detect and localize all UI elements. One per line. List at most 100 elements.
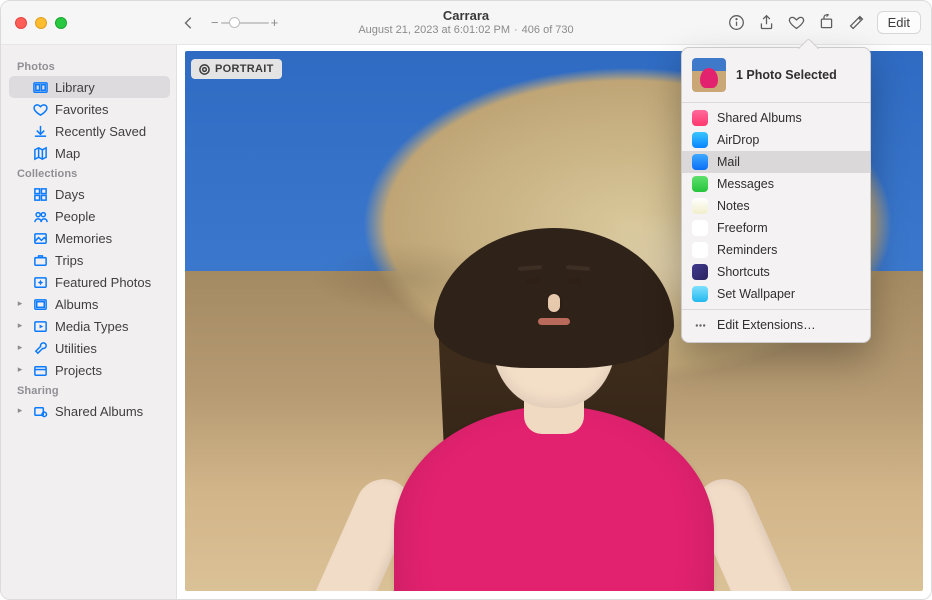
share-item-freeform[interactable]: Freeform (682, 217, 870, 239)
share-item-mail[interactable]: Mail (682, 151, 870, 173)
map-icon (32, 145, 48, 161)
share-app-icon (692, 154, 708, 170)
sidebar-item-media-types[interactable]: ▸Media Types (9, 315, 170, 337)
share-item-messages[interactable]: Messages (682, 173, 870, 195)
sidebar-item-recently-saved[interactable]: Recently Saved (9, 120, 170, 142)
share-app-icon (692, 110, 708, 126)
share-app-icon (692, 220, 708, 236)
share-item-shortcuts[interactable]: Shortcuts (682, 261, 870, 283)
share-item-label: Shortcuts (717, 265, 770, 279)
portrait-badge: PORTRAIT (191, 59, 282, 79)
share-item-label: Messages (717, 177, 774, 191)
photo-date: August 21, 2023 at 6:01:02 PM (358, 24, 510, 37)
photo-title: Carrara (358, 9, 573, 24)
extensions-icon (692, 317, 708, 333)
album-icon (32, 296, 48, 312)
share-item-label: Mail (717, 155, 740, 169)
share-app-icon (692, 264, 708, 280)
share-edit-extensions[interactable]: Edit Extensions… (682, 314, 870, 336)
share-item-airdrop[interactable]: AirDrop (682, 129, 870, 151)
share-item-shared-albums[interactable]: Shared Albums (682, 107, 870, 129)
sidebar-item-label: Memories (55, 231, 164, 246)
sidebar-item-map[interactable]: Map (9, 142, 170, 164)
share-app-icon (692, 132, 708, 148)
sidebar-item-memories[interactable]: Memories (9, 227, 170, 249)
share-popover: 1 Photo Selected Shared Albums AirDrop Mai… (681, 47, 871, 343)
edit-button[interactable]: Edit (877, 11, 921, 34)
sidebar-item-days[interactable]: Days (9, 183, 170, 205)
photo-index: 406 of 730 (522, 24, 574, 37)
share-selection-count: 1 Photo Selected (736, 68, 837, 82)
sidebar-item-label: Recently Saved (55, 124, 164, 139)
share-app-icon (692, 198, 708, 214)
projects-icon (32, 362, 48, 378)
sidebar-section-header: Photos (9, 57, 170, 76)
info-button[interactable] (723, 10, 751, 36)
sidebar-item-favorites[interactable]: Favorites (9, 98, 170, 120)
share-item-set-wallpaper[interactable]: Set Wallpaper (682, 283, 870, 305)
share-popover-header: 1 Photo Selected (682, 48, 870, 102)
share-item-label: Shared Albums (717, 111, 802, 125)
app-window: − + Carrara August 21, 2023 at 6:01:02 P… (0, 0, 932, 600)
sidebar-section-header: Collections (9, 164, 170, 183)
zoom-plus-icon: + (271, 15, 279, 30)
library-icon (32, 79, 48, 95)
title-area: Carrara August 21, 2023 at 6:01:02 PM · … (358, 9, 573, 37)
sidebar-item-label: Trips (55, 253, 164, 268)
people-icon (32, 208, 48, 224)
share-item-label: Notes (717, 199, 750, 213)
back-button[interactable] (177, 11, 201, 35)
sidebar-item-label: Utilities (55, 341, 164, 356)
wrench-icon (32, 340, 48, 356)
share-item-label: Set Wallpaper (717, 287, 795, 301)
heart-icon (32, 101, 48, 117)
favorite-button[interactable] (783, 10, 811, 36)
suitcase-icon (32, 252, 48, 268)
sidebar-item-label: Projects (55, 363, 164, 378)
share-item-reminders[interactable]: Reminders (682, 239, 870, 261)
zoom-minus-icon: − (211, 15, 219, 30)
share-item-label: Reminders (717, 243, 777, 257)
sidebar-item-label: People (55, 209, 164, 224)
share-app-icon (692, 242, 708, 258)
sidebar-item-people[interactable]: People (9, 205, 170, 227)
share-app-icon (692, 176, 708, 192)
zoom-slider[interactable]: − + (211, 15, 278, 30)
auto-enhance-button[interactable] (843, 10, 871, 36)
sidebar-item-label: Albums (55, 297, 164, 312)
sidebar-item-utilities[interactable]: ▸Utilities (9, 337, 170, 359)
sidebar-section-header: Sharing (9, 381, 170, 400)
sidebar-item-label: Map (55, 146, 164, 161)
sidebar-item-label: Media Types (55, 319, 164, 334)
fullscreen-window-button[interactable] (55, 17, 67, 29)
media-icon (32, 318, 48, 334)
share-item-label: AirDrop (717, 133, 759, 147)
sharedalbum-icon (32, 403, 48, 419)
close-window-button[interactable] (15, 17, 27, 29)
sidebar-item-label: Favorites (55, 102, 164, 117)
title-bar: − + Carrara August 21, 2023 at 6:01:02 P… (1, 1, 931, 45)
share-thumbnail (692, 58, 726, 92)
sidebar-item-shared-albums[interactable]: ▸Shared Albums (9, 400, 170, 422)
sidebar-item-label: Featured Photos (55, 275, 164, 290)
grid-icon (32, 186, 48, 202)
sidebar-item-featured-photos[interactable]: Featured Photos (9, 271, 170, 293)
window-controls (1, 17, 67, 29)
sidebar-item-label: Library (55, 80, 164, 95)
sidebar-item-albums[interactable]: ▸Albums (9, 293, 170, 315)
sidebar: Photos Library Favorites Recently Saved Map C… (1, 45, 177, 599)
sidebar-item-trips[interactable]: Trips (9, 249, 170, 271)
share-button[interactable] (753, 10, 781, 36)
sidebar-item-label: Days (55, 187, 164, 202)
sidebar-item-library[interactable]: Library (9, 76, 170, 98)
share-item-label: Freeform (717, 221, 768, 235)
share-app-icon (692, 286, 708, 302)
minimize-window-button[interactable] (35, 17, 47, 29)
sidebar-item-label: Shared Albums (55, 404, 164, 419)
photo-viewer: PORTRAIT 1 Photo Selected Shared Albums A… (177, 45, 931, 599)
share-item-notes[interactable]: Notes (682, 195, 870, 217)
memories-icon (32, 230, 48, 246)
rotate-button[interactable] (813, 10, 841, 36)
sidebar-item-projects[interactable]: ▸Projects (9, 359, 170, 381)
sparkle-icon (32, 274, 48, 290)
